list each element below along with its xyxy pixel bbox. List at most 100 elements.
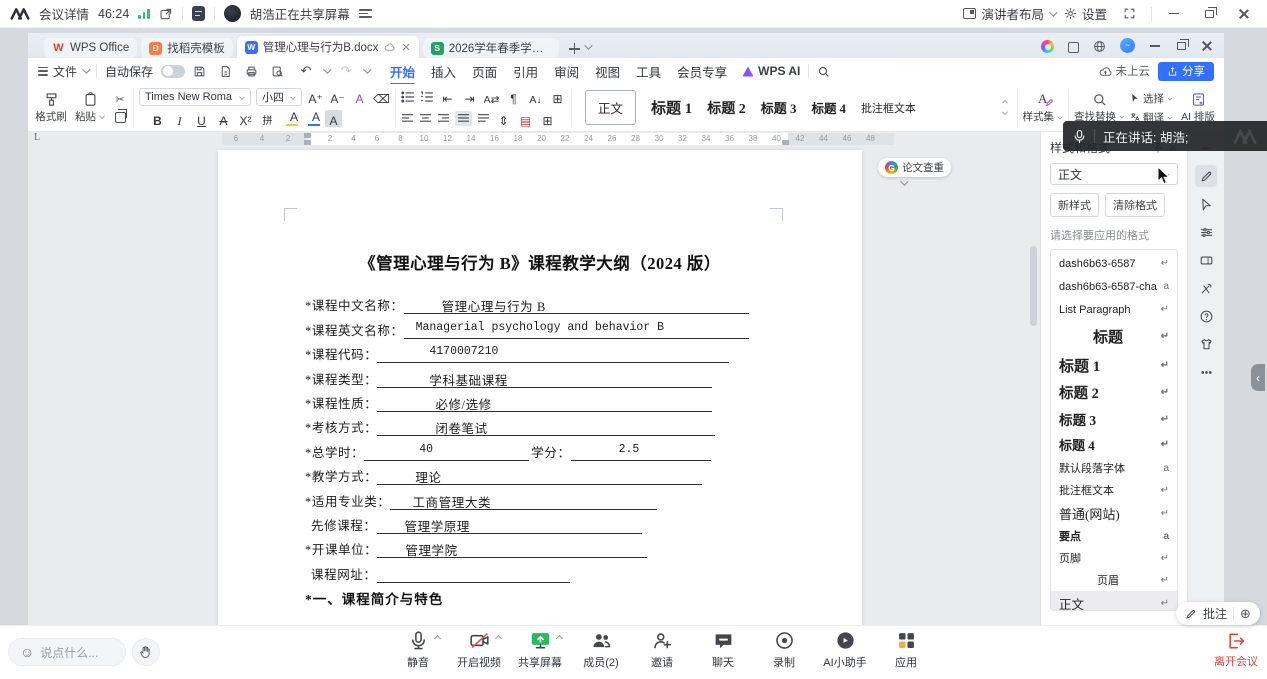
maximize-button[interactable]	[1196, 4, 1222, 24]
ribbon-tab-插入[interactable]: 插入	[424, 60, 463, 83]
show-marks-button[interactable]: ¶	[505, 88, 522, 105]
style-item-dash6b63-6587-char[interactable]: dash6b63-6587-chara	[1051, 275, 1177, 298]
document-scrollbar[interactable]	[1030, 246, 1037, 625]
side-tool-more-icon[interactable]	[1195, 361, 1217, 383]
meeting-details-button[interactable]: 会议详情	[39, 4, 89, 23]
paper-check-button[interactable]: G 论文查重	[878, 158, 951, 177]
style-item-默认段落字体[interactable]: 默认段落字体a	[1051, 457, 1177, 479]
meeting-tool-screen-share[interactable]: 共享屏幕	[518, 629, 562, 670]
meeting-tool-camera-off[interactable]: 开启视频	[457, 629, 501, 670]
strikethrough-button[interactable]: A	[215, 110, 232, 127]
style-item-标题 3[interactable]: 标题 3↵	[1051, 406, 1177, 432]
tab-list-chevron-icon[interactable]	[584, 41, 592, 49]
account-avatar[interactable]: ~	[1120, 38, 1135, 53]
cloud-status[interactable]: 未上云	[1099, 63, 1151, 79]
zoom-icon[interactable]: ⊕	[1240, 606, 1251, 622]
style-item-页脚[interactable]: 页脚↵	[1051, 547, 1177, 569]
autosave-toggle[interactable]	[161, 65, 185, 78]
style-item-普通(网站)[interactable]: 普通(网站)↵	[1051, 501, 1177, 525]
settings-button[interactable]: 设置	[1064, 4, 1107, 23]
workspace-icon[interactable]	[1068, 42, 1079, 53]
leave-meeting-button[interactable]: 离开会议	[1214, 631, 1258, 669]
meeting-tool-apps[interactable]: 应用	[884, 629, 928, 670]
font-name-select[interactable]: Times New Roma	[139, 88, 251, 106]
side-tool-settings-icon[interactable]	[1195, 221, 1217, 243]
export-pdf-icon[interactable]	[219, 65, 237, 78]
copy-icon[interactable]	[115, 112, 126, 123]
print-icon[interactable]	[245, 65, 263, 78]
ribbon-tab-会员专享[interactable]: 会员专享	[670, 60, 734, 83]
caret-icon[interactable]	[433, 635, 440, 642]
format-painter-button[interactable]: 格式刷	[34, 87, 68, 129]
close-tab-icon[interactable]: ✕	[402, 41, 411, 54]
style-chip-标题 3[interactable]: 标题 3	[761, 98, 797, 117]
meeting-tool-chat[interactable]: 聊天	[701, 629, 745, 670]
decrease-indent-button[interactable]: ⇤	[439, 88, 456, 105]
select-tool-button[interactable]: 选择	[1130, 91, 1173, 106]
font-size-select[interactable]: 小四	[256, 88, 302, 106]
side-tool-coupon-icon[interactable]	[1195, 249, 1217, 271]
highlight-button[interactable]: A	[281, 110, 298, 127]
tab-spreadsheet[interactable]: S 2026学年春季学期第一周课表 (1)	[423, 38, 559, 58]
align-left-button[interactable]	[401, 113, 414, 124]
tab-wps-office[interactable]: W WPS Office	[44, 38, 137, 58]
pinyin-guide-button[interactable]: 拼	[259, 110, 276, 127]
sort-button[interactable]: A↓	[527, 88, 544, 105]
ai-layout-button[interactable]: AI 排版	[1178, 92, 1218, 124]
popout-icon[interactable]	[159, 7, 173, 21]
undo-chevron-icon[interactable]	[323, 65, 331, 73]
globe-icon[interactable]	[1093, 40, 1106, 53]
chat-input[interactable]: ☺ 说点什么...	[8, 638, 126, 666]
caret-icon[interactable]	[494, 635, 501, 642]
line-spacing-button[interactable]: ⇕	[495, 110, 512, 127]
left-indent-marker[interactable]	[304, 140, 311, 145]
annotate-pill[interactable]: 批注 ⊕	[1176, 602, 1260, 625]
side-tool-theme-icon[interactable]	[1195, 333, 1217, 355]
tab-selector[interactable]: L	[34, 132, 40, 143]
meeting-tool-mic[interactable]: 静音	[396, 629, 440, 670]
toolbar-more-chevron-icon[interactable]	[363, 65, 371, 73]
increase-font-button[interactable]: A⁺	[307, 88, 324, 105]
justify-button[interactable]	[455, 111, 472, 126]
cut-icon[interactable]: ✂	[115, 93, 124, 106]
first-line-indent-marker[interactable]	[304, 133, 311, 138]
document-page[interactable]: 《管理心理与行为 B》课程教学大纲（2024 版） *课程中文名称：管理心理与行…	[218, 150, 862, 625]
increase-indent-button[interactable]: ⇥	[461, 88, 478, 105]
italic-button[interactable]: I	[171, 110, 188, 127]
style-item-dash6b63-6587[interactable]: dash6b63-6587↵	[1051, 252, 1177, 275]
text-effects-button[interactable]: A	[351, 88, 368, 105]
style-set-button[interactable]: A 样式集	[1023, 91, 1064, 124]
superscript-button[interactable]: X²	[237, 110, 254, 127]
meeting-tool-record[interactable]: 录制	[762, 629, 806, 670]
wps-minimize-button[interactable]	[1142, 38, 1168, 54]
meeting-tool-members[interactable]: 成员(2)	[579, 629, 623, 670]
print-preview-icon[interactable]	[271, 65, 289, 78]
bold-button[interactable]: B	[149, 110, 166, 127]
style-chip-标题 2[interactable]: 标题 2	[707, 98, 746, 118]
style-item-标题 4[interactable]: 标题 4↵	[1051, 432, 1177, 457]
sharing-list-icon[interactable]	[359, 9, 372, 18]
shading-button[interactable]: ▤	[517, 110, 534, 127]
bullet-list-button[interactable]	[401, 91, 415, 103]
ribbon-tab-开始[interactable]: 开始	[383, 60, 422, 83]
emoji-icon[interactable]: ☺	[20, 644, 34, 660]
style-chip-标题 1[interactable]: 标题 1	[651, 97, 692, 118]
side-tool-tools-icon[interactable]	[1195, 277, 1217, 299]
gallery-scroll-buttons[interactable]	[1002, 100, 1008, 115]
wps-close-button[interactable]	[1194, 38, 1220, 54]
font-color-button[interactable]: A	[303, 110, 320, 127]
panel-collapse-handle[interactable]: ‹	[1251, 364, 1265, 391]
ribbon-tab-视图[interactable]: 视图	[588, 60, 627, 83]
side-tool-help-icon[interactable]	[1195, 305, 1217, 327]
style-item-标题 2[interactable]: 标题 2↵	[1051, 379, 1177, 406]
search-icon[interactable]	[817, 65, 830, 78]
right-indent-marker[interactable]	[782, 140, 789, 145]
layout-switch-button[interactable]: 演讲者布局	[963, 4, 1055, 23]
style-item-标题[interactable]: 标题↵	[1051, 321, 1177, 351]
style-item-标题 1[interactable]: 标题 1↵	[1051, 351, 1177, 379]
meeting-tool-ai-assistant[interactable]: AI小助手	[823, 629, 867, 670]
tab-docer-templates[interactable]: D 找稻壳模板	[141, 38, 233, 58]
document-canvas[interactable]: 《管理心理与行为 B》课程教学大纲（2024 版） *课程中文名称：管理心理与行…	[28, 146, 1040, 625]
meeting-tool-invite[interactable]: 邀请	[640, 629, 684, 670]
minimize-button[interactable]	[1161, 4, 1187, 24]
